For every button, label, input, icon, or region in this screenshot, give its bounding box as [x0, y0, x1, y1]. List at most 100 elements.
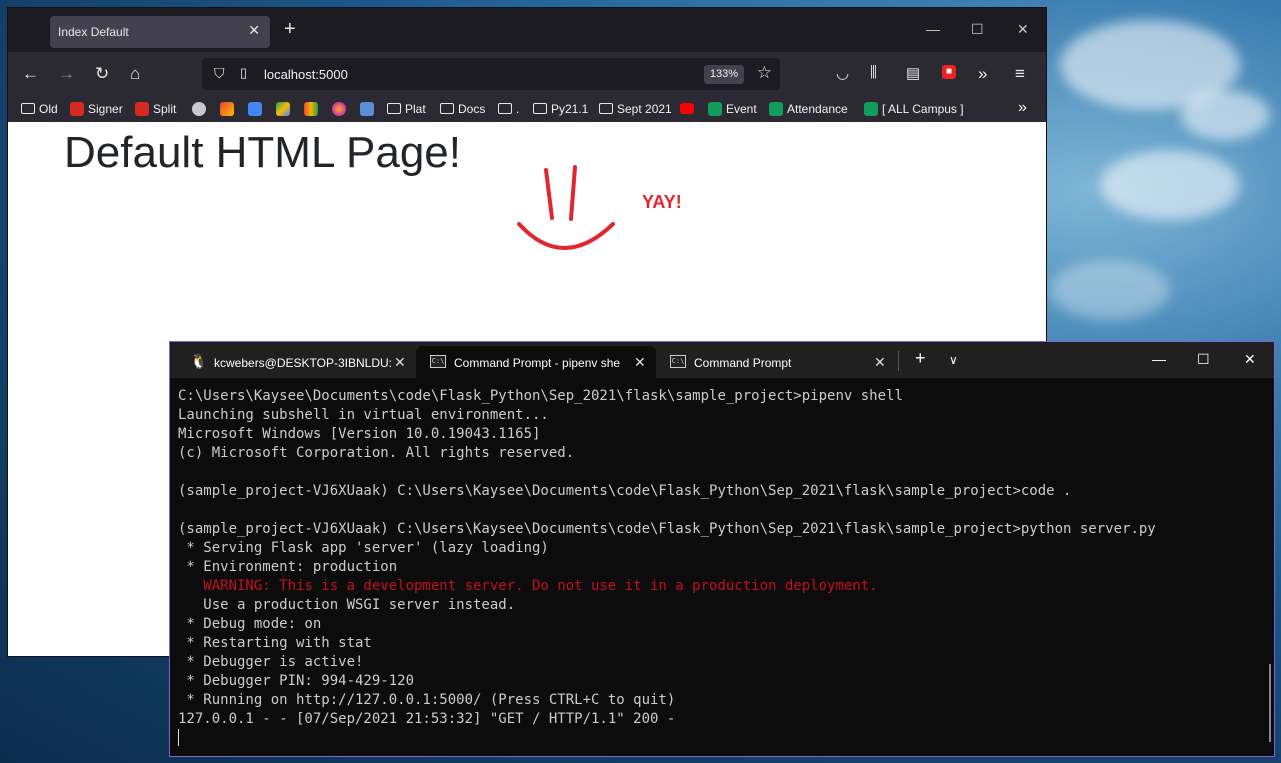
browser-tab[interactable]: Index Default ✕ [50, 16, 270, 48]
bookmark-all-campus[interactable]: [ ALL Campus ] [864, 102, 964, 116]
bookmark-sept2021[interactable]: Sept 2021 [599, 102, 672, 116]
bookmark-event[interactable]: Event [708, 102, 757, 116]
text-cursor [178, 729, 179, 746]
bookmark-py21[interactable]: Py21.1 [533, 102, 588, 116]
bookmark-label: Signer [88, 102, 123, 116]
close-tab-icon[interactable]: ✕ [874, 354, 886, 371]
terminal-tab-label: Command Prompt - pipenv she [454, 356, 621, 370]
zoom-level[interactable]: 133% [704, 65, 744, 84]
bookmark-drive[interactable] [276, 102, 294, 116]
bookmark-label: Event [726, 102, 757, 116]
folder-icon [440, 103, 454, 114]
close-window-icon[interactable]: ✕ [1017, 21, 1029, 38]
terminal-line: * Debugger is active! [178, 654, 364, 670]
terminal-line: (c) Microsoft Corporation. All rights re… [178, 445, 575, 461]
acrobat-icon [135, 102, 149, 116]
bookmarks-toolbar: Old Signer Split Plat Docs . Py21.1 Sept… [8, 98, 1046, 122]
tab-divider [898, 351, 899, 371]
back-icon[interactable]: ← [22, 64, 39, 84]
terminal-line: (sample_project-VJ6XUaak) C:\Users\Kayse… [178, 483, 1072, 499]
torii-icon [360, 102, 374, 116]
navigation-toolbar: ← → ↻ ⌂ ⛉ ▯ localhost:5000 133% ☆ ◡ ⫼ ▤ … [8, 52, 1046, 98]
bookmark-dot[interactable]: . [498, 102, 519, 116]
terminal-line: (sample_project-VJ6XUaak) C:\Users\Kayse… [178, 521, 1156, 537]
terminal-tab-strip: 🐧 kcwebers@DESKTOP-3IBNLDU: ✕ C:\ Comman… [170, 342, 1274, 378]
bookmark-old[interactable]: Old [21, 102, 58, 116]
bookmark-label: Attendance [787, 102, 848, 116]
library-icon[interactable]: ⫼ [870, 64, 877, 81]
address-bar[interactable]: ⛉ ▯ localhost:5000 133% ☆ [202, 58, 780, 90]
terminal-window: 🐧 kcwebers@DESKTOP-3IBNLDU: ✕ C:\ Comman… [169, 341, 1275, 757]
more-bookmarks-icon[interactable]: » [1018, 99, 1027, 117]
bookmark-label: Split [153, 102, 177, 116]
bookmark-star-icon[interactable]: ☆ [757, 63, 772, 83]
terminal-tab-label: kcwebers@DESKTOP-3IBNLDU: [214, 356, 393, 370]
reload-icon[interactable]: ↻ [95, 64, 109, 84]
minimize-icon[interactable]: — [1152, 351, 1166, 367]
bookmark-split[interactable]: Split [135, 102, 176, 116]
terminal-output[interactable]: C:\Users\Kaysee\Documents\code\Flask_Pyt… [178, 387, 1156, 748]
bookmark-youtube[interactable] [680, 102, 698, 116]
terminal-line: * Environment: production [178, 559, 398, 575]
maximize-icon[interactable]: ☐ [971, 21, 984, 38]
bookmark-signer[interactable]: Signer [70, 102, 123, 116]
forward-icon[interactable]: → [58, 64, 75, 84]
sheets-icon [769, 102, 783, 116]
more-tools-icon[interactable]: » [978, 64, 987, 84]
page-info-icon[interactable]: ▯ [240, 65, 247, 81]
terminal-tab-pipenv[interactable]: C:\ Command Prompt - pipenv she ✕ [416, 346, 656, 378]
bookmark-label: Sept 2021 [617, 102, 672, 116]
home-icon[interactable]: ⌂ [130, 64, 140, 84]
sidebar-icon[interactable]: ▤ [906, 64, 920, 82]
close-window-icon[interactable]: ✕ [1244, 351, 1256, 368]
dropdown-chevron-icon[interactable]: ∨ [949, 353, 958, 367]
terminal-tab-wsl[interactable]: 🐧 kcwebers@DESKTOP-3IBNLDU: ✕ [176, 346, 414, 378]
bookmark-label: [ ALL Campus ] [882, 102, 964, 116]
terminal-line: WARNING: This is a development server. D… [178, 578, 878, 594]
minimize-icon[interactable]: — [926, 21, 940, 37]
new-tab-icon[interactable]: + [915, 348, 926, 369]
maximize-icon[interactable]: ☐ [1197, 351, 1210, 368]
acrobat-icon [70, 102, 84, 116]
folder-icon [21, 103, 35, 114]
close-tab-icon[interactable]: ✕ [634, 354, 646, 371]
menu-icon[interactable]: ≡ [1015, 64, 1025, 84]
smiley-drawing [517, 165, 615, 250]
shield-icon[interactable]: ⛉ [214, 65, 225, 82]
meet-icon [304, 102, 318, 116]
terminal-tab-cmd[interactable]: C:\ Command Prompt ✕ [656, 346, 896, 378]
bookmark-meet[interactable] [304, 102, 322, 116]
bookmark-label: Plat [405, 102, 426, 116]
bookmark-calendar[interactable] [248, 102, 266, 116]
drive-icon [276, 102, 290, 116]
bookmark-attendance[interactable]: Attendance [769, 102, 848, 116]
bookmark-cloud[interactable] [192, 102, 210, 116]
close-tab-icon[interactable]: ✕ [248, 22, 260, 39]
bookmark-circle[interactable] [332, 102, 350, 116]
bookmark-docs[interactable]: Docs [440, 102, 485, 116]
sheets-icon [708, 102, 722, 116]
youtube-icon [680, 103, 694, 114]
pocket-icon[interactable]: ◡ [836, 64, 849, 82]
bookmark-plat[interactable]: Plat [387, 102, 426, 116]
gmail-icon [220, 102, 234, 116]
extension-icon[interactable]: ■ [942, 65, 956, 79]
terminal-tab-label: Command Prompt [694, 356, 792, 370]
calendar-icon [248, 102, 262, 116]
bookmark-gmail[interactable] [220, 102, 238, 116]
terminal-line: Microsoft Windows [Version 10.0.19043.11… [178, 426, 541, 442]
terminal-line: * Debugger PIN: 994-429-120 [178, 673, 415, 689]
yay-text: YAY! [642, 192, 682, 212]
cloud-icon [192, 102, 206, 116]
url-text: localhost:5000 [264, 67, 348, 82]
folder-icon [387, 103, 401, 114]
new-tab-icon[interactable]: + [284, 18, 296, 41]
bookmark-torii[interactable] [360, 102, 378, 116]
terminal-line: * Debug mode: on [178, 616, 322, 632]
bookmark-label: . [516, 102, 520, 116]
close-tab-icon[interactable]: ✕ [394, 354, 406, 371]
terminal-line: * Running on http://127.0.0.1:5000/ (Pre… [178, 692, 676, 708]
scrollbar[interactable] [1269, 664, 1271, 742]
